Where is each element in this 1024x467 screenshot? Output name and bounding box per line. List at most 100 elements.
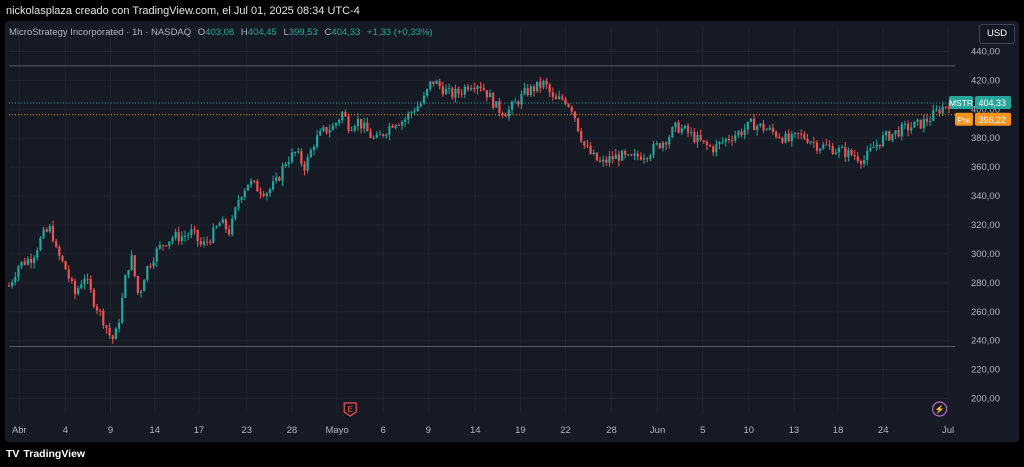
candle-body [193, 229, 196, 231]
candle-body [841, 147, 844, 149]
candle-body [382, 134, 385, 136]
candle-body [36, 250, 39, 258]
price-axis[interactable]: 200,00 220,00 240,00 260,00 280,00 300,00 320,… [949, 46, 1011, 405]
candle-body [674, 122, 677, 128]
x-tick-label: Abr [12, 425, 27, 436]
candle-body [532, 86, 536, 92]
candle-body [614, 154, 617, 160]
candle-body [718, 141, 721, 145]
candle-body [721, 141, 724, 143]
candle-body [165, 245, 168, 247]
candle-body [589, 145, 592, 154]
candle-body [99, 310, 102, 312]
candle-body [831, 146, 834, 155]
candle-body [224, 219, 228, 230]
high-value: 404,45 [247, 27, 277, 38]
y-tick-label: 220,00 [971, 365, 1000, 376]
candle-body [155, 248, 158, 262]
candle-body [624, 150, 627, 155]
candle-body [655, 143, 658, 145]
candle-body [894, 130, 897, 134]
candle-body [825, 144, 828, 146]
x-tick-label: Mayo [325, 425, 348, 436]
candle-body [39, 237, 42, 251]
candle-body [419, 103, 422, 107]
candle-body [246, 184, 250, 191]
candle-body [397, 124, 400, 126]
candle-body [730, 140, 734, 142]
candle-body [243, 190, 246, 198]
candle-body [479, 86, 482, 89]
open-value: 403,06 [205, 27, 235, 38]
x-tick-label: 17 [194, 425, 205, 436]
currency-button[interactable]: USD [979, 24, 1015, 44]
candle-body [158, 245, 162, 249]
candle-body [756, 125, 759, 131]
candle-body [473, 88, 476, 90]
candle-body [231, 218, 234, 235]
candle-body [212, 227, 215, 243]
candle-body [847, 149, 850, 158]
x-tick-label: 23 [242, 425, 253, 436]
candle-body [724, 138, 727, 142]
candle-body [671, 127, 674, 138]
candle-body [837, 147, 841, 153]
candle-body [856, 156, 859, 162]
x-tick-label: 28 [606, 425, 617, 436]
candle-body [762, 123, 765, 131]
candle-body [92, 289, 95, 307]
candle-body [765, 129, 768, 131]
candle-body [617, 154, 620, 161]
candle-body [124, 275, 127, 298]
candle-body [271, 181, 275, 190]
candle-body [196, 229, 199, 242]
candle-body [29, 258, 33, 263]
brand-footer: TV TradingView [6, 448, 85, 460]
candle-body [573, 111, 576, 119]
time-axis[interactable]: Abr 4 9 14 17 23 28 Mayo 6 9 14 19 22 28 Jun 5 10 13 18 24 J… [12, 425, 954, 436]
candle-body [907, 123, 910, 131]
candle-body [790, 133, 793, 142]
x-tick-label: 14 [149, 425, 160, 436]
candlestick-chart[interactable]: 200,00 220,00 240,00 260,00 280,00 300,00 320,… [5, 21, 1019, 442]
x-tick-label: 28 [287, 425, 298, 436]
candle-body [171, 237, 174, 242]
candle-body [375, 134, 378, 138]
candle-body [451, 88, 454, 98]
candle-body [360, 118, 363, 129]
candle-body [130, 255, 133, 271]
y-tick-label: 320,00 [971, 220, 1000, 231]
candle-body [441, 86, 444, 95]
candle-body [897, 130, 900, 137]
candle-body [435, 81, 438, 84]
candle-body [646, 158, 649, 160]
candle-body [404, 119, 407, 122]
candle-body [639, 156, 643, 160]
candle-body [680, 128, 683, 133]
candle-body [275, 177, 278, 182]
candle-body [180, 236, 184, 241]
candle-body [127, 270, 130, 276]
candle-body [878, 144, 881, 147]
x-tick-label: 10 [743, 425, 754, 436]
candle-body [70, 278, 73, 282]
candle-body [240, 197, 243, 201]
pre-price-value: 396,22 [978, 115, 1006, 125]
candle-body [696, 135, 699, 143]
candle-body [438, 81, 441, 87]
event-markers[interactable]: E ⚡ [343, 401, 948, 417]
candle-body [45, 229, 48, 232]
candle-body [429, 81, 432, 89]
candle-body [353, 126, 356, 131]
candle-body [602, 159, 605, 162]
x-tick-label: 13 [789, 425, 800, 436]
last-price-value: 404,33 [978, 98, 1006, 108]
candle-body [23, 261, 26, 265]
candle-body [875, 144, 878, 148]
candle-body [913, 121, 916, 128]
candle-body [410, 111, 413, 114]
candle-body [686, 125, 690, 133]
candle-body [910, 127, 913, 131]
candle-body [309, 150, 312, 158]
candle-body [227, 229, 231, 235]
